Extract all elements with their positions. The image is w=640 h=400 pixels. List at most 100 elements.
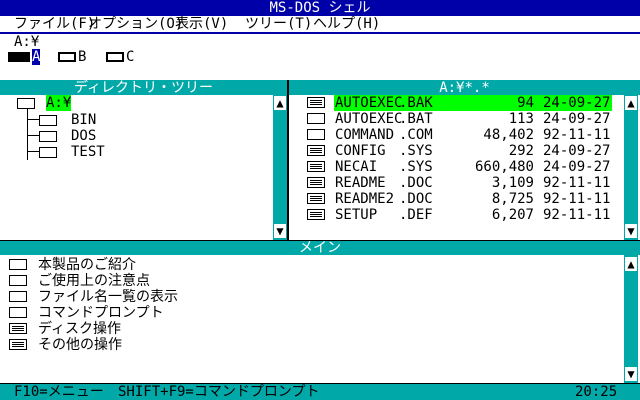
drive-b[interactable]: B xyxy=(58,49,92,65)
file-row[interactable]: README .DOC 3,109 92-11-11 xyxy=(289,175,611,191)
file-date: 92-11-11 xyxy=(543,207,611,223)
tree-dir-label: TEST xyxy=(71,144,105,160)
drive-b-label: B xyxy=(78,49,87,65)
file-name: COMMAND xyxy=(335,127,395,143)
file-name: README2 xyxy=(335,191,395,207)
file-date: 92-11-11 xyxy=(543,191,611,207)
program-label: ディスク操作 xyxy=(38,321,122,337)
file-date: 92-11-11 xyxy=(543,127,611,143)
data-file-icon xyxy=(307,97,325,108)
menu-view[interactable]: 表示(V) xyxy=(175,16,228,32)
file-size: 48,402 xyxy=(483,127,534,143)
program-label: コマンドプロンプト xyxy=(38,305,164,321)
folder-icon xyxy=(39,131,57,142)
file-row[interactable]: CONFIG .SYS 292 24-09-27 xyxy=(289,143,611,159)
files-header: A:¥*.* xyxy=(289,80,640,96)
file-size: 660,480 xyxy=(474,159,534,175)
file-ext: .BAK xyxy=(399,95,433,111)
data-file-icon xyxy=(307,145,325,156)
scroll-down-icon[interactable]: ▼ xyxy=(625,224,637,238)
file-row[interactable]: AUTOEXEC .BAK 94 24-09-27 xyxy=(289,95,612,111)
current-path: A:¥ xyxy=(14,34,40,50)
file-size: 3,109 xyxy=(491,175,534,191)
files-panel: AUTOEXEC .BAK 94 24-09-27 AUTOEXEC .BAT … xyxy=(289,95,640,240)
status-bar: F10=メニュー SHIFT+F9=コマンドプロンプト 20:25 xyxy=(0,384,640,400)
file-size: 94 xyxy=(517,95,534,111)
program-item[interactable]: ご使用上の注意点 xyxy=(0,273,620,289)
program-label: ご使用上の注意点 xyxy=(38,273,150,289)
program-icon xyxy=(9,259,27,270)
file-ext: .DOC xyxy=(399,175,433,191)
file-size: 292 xyxy=(508,143,534,159)
menu-help[interactable]: ヘルプ(H) xyxy=(313,16,380,32)
file-row[interactable]: README2 .DOC 8,725 92-11-11 xyxy=(289,191,611,207)
file-row[interactable]: SETUP .DEF 6,207 92-11-11 xyxy=(289,207,611,223)
program-label: 本製品のご紹介 xyxy=(38,257,136,273)
menu-options[interactable]: オプション(O) xyxy=(88,16,183,32)
file-date: 92-11-11 xyxy=(543,175,611,191)
tree-header: ディレクトリ・ツリー xyxy=(0,80,287,96)
folder-icon xyxy=(39,147,57,158)
file-name: AUTOEXEC xyxy=(335,95,403,111)
program-group[interactable]: その他の操作 xyxy=(0,337,620,353)
file-row[interactable]: AUTOEXEC .BAT 113 24-09-27 xyxy=(289,111,611,127)
tree-dir-label: BIN xyxy=(71,112,97,128)
program-item[interactable]: コマンドプロンプト xyxy=(0,305,620,321)
program-group[interactable]: ディスク操作 xyxy=(0,321,620,337)
data-file-icon xyxy=(307,161,325,172)
scroll-down-icon[interactable]: ▼ xyxy=(274,224,286,238)
main-header: メイン xyxy=(0,241,640,255)
program-file-icon xyxy=(307,129,325,140)
file-date: 24-09-27 xyxy=(543,159,611,175)
file-date: 24-09-27 xyxy=(543,143,611,159)
menu-tree[interactable]: ツリー(T) xyxy=(245,16,312,32)
data-file-icon xyxy=(307,209,325,220)
file-ext: .BAT xyxy=(399,111,433,127)
program-label: ファイル名一覧の表示 xyxy=(38,289,178,305)
file-name: README xyxy=(335,175,386,191)
scroll-down-icon[interactable]: ▼ xyxy=(625,367,637,381)
program-item[interactable]: 本製品のご紹介 xyxy=(0,257,620,273)
program-label: その他の操作 xyxy=(38,337,122,353)
group-icon xyxy=(9,339,27,350)
program-item[interactable]: ファイル名一覧の表示 xyxy=(0,289,620,305)
program-icon xyxy=(9,291,27,302)
data-file-icon xyxy=(307,177,325,188)
program-icon xyxy=(9,275,27,286)
drive-area: A:¥ A B C xyxy=(0,34,640,80)
main-scrollbar[interactable]: ▲ ▼ xyxy=(624,255,638,383)
status-shift-f9[interactable]: SHIFT+F9=コマンドプロンプト xyxy=(118,384,319,400)
tree-root[interactable]: A:¥ xyxy=(46,95,72,111)
folder-icon xyxy=(17,98,35,109)
files-scrollbar[interactable]: ▲ ▼ xyxy=(624,95,638,240)
main-header-label: メイン xyxy=(299,240,341,256)
scroll-up-icon[interactable]: ▲ xyxy=(625,257,637,271)
folder-icon xyxy=(39,115,57,126)
main-panel: 本製品のご紹介 ご使用上の注意点 ファイル名一覧の表示 コマンドプロンプト ディ… xyxy=(0,255,640,383)
tree-scrollbar[interactable]: ▲ ▼ xyxy=(273,95,287,240)
program-icon xyxy=(9,307,27,318)
menu-file[interactable]: ファイル(F) xyxy=(14,16,95,32)
drive-c-label: C xyxy=(126,49,135,65)
file-row[interactable]: NECAI .SYS 660,480 24-09-27 xyxy=(289,159,611,175)
file-name: AUTOEXEC xyxy=(335,111,403,127)
file-date: 24-09-27 xyxy=(543,111,611,127)
scroll-up-icon[interactable]: ▲ xyxy=(274,96,286,110)
drive-c[interactable]: C xyxy=(106,49,140,65)
tree-dir-bin[interactable]: BIN xyxy=(27,112,147,128)
file-name: SETUP xyxy=(335,207,378,223)
group-icon xyxy=(9,323,27,334)
file-row[interactable]: COMMAND .COM 48,402 92-11-11 xyxy=(289,127,611,143)
file-size: 6,207 xyxy=(491,207,534,223)
drive-a[interactable]: A xyxy=(8,49,42,65)
tree-dir-test[interactable]: TEST xyxy=(27,144,147,160)
files-header-label: A:¥*.* xyxy=(439,80,490,96)
program-file-icon xyxy=(307,113,325,124)
scroll-up-icon[interactable]: ▲ xyxy=(625,96,637,110)
file-ext: .SYS xyxy=(399,143,433,159)
tree-dir-dos[interactable]: DOS xyxy=(27,128,147,144)
status-f10[interactable]: F10=メニュー xyxy=(14,384,104,400)
drive-a-icon xyxy=(8,52,30,62)
file-ext: .DEF xyxy=(399,207,433,223)
title-bar: MS-DOS シェル xyxy=(0,0,640,16)
